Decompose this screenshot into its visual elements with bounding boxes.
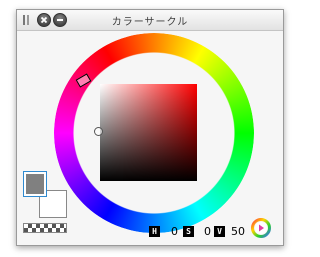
transparent-color-swatch[interactable] <box>23 223 67 233</box>
main-color-swatch[interactable] <box>23 171 47 197</box>
color-circle-panel: H 0 S 0 V 50 <box>17 31 283 247</box>
sv-marker[interactable] <box>94 127 103 136</box>
v-value: 50 <box>231 225 245 238</box>
color-wheel-menu-icon[interactable] <box>251 218 271 238</box>
color-circle-window: カラーサークル H 0 S 0 V 50 <box>16 9 284 246</box>
v-label: V <box>214 226 225 237</box>
main-color-fill <box>26 174 44 194</box>
s-value: 0 <box>204 225 211 238</box>
h-value: 0 <box>171 225 178 238</box>
saturation-value-square[interactable] <box>100 84 197 181</box>
window-title: カラーサークル <box>111 17 189 28</box>
s-label: S <box>183 226 194 237</box>
titlebar[interactable]: カラーサークル <box>17 10 283 31</box>
h-label: H <box>149 226 160 237</box>
